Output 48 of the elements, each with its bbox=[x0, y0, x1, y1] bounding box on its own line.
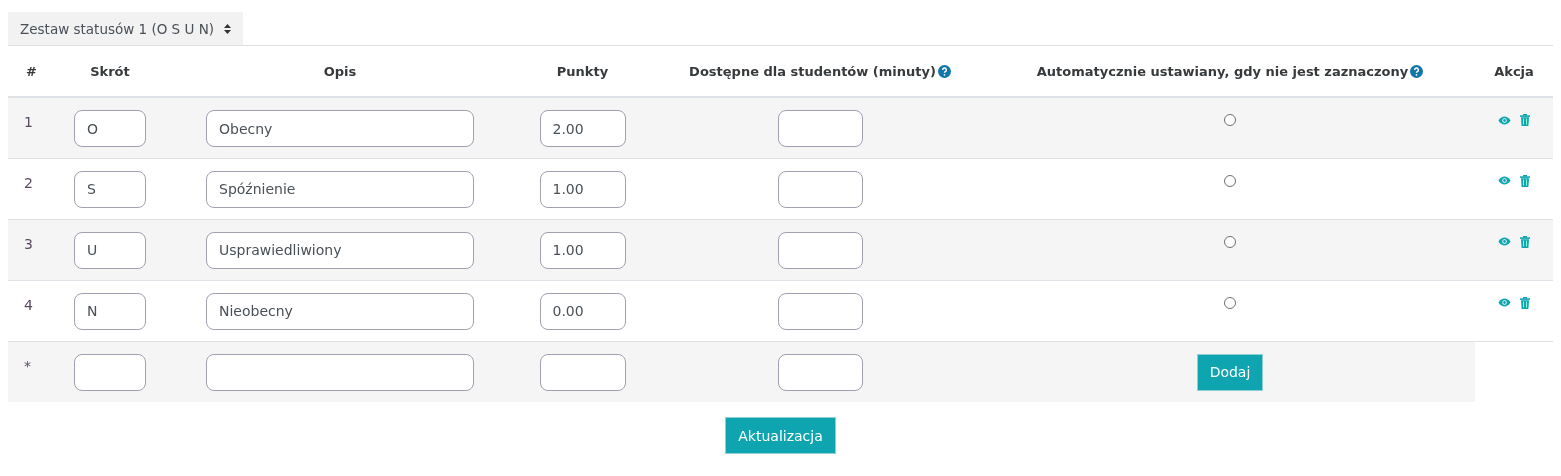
help-icon[interactable] bbox=[937, 64, 951, 78]
new-row-marker: * bbox=[24, 357, 31, 374]
trash-icon[interactable] bbox=[1520, 114, 1530, 126]
eye-icon[interactable] bbox=[1498, 115, 1511, 125]
acronym-field[interactable]: S bbox=[74, 170, 146, 208]
points-field[interactable] bbox=[539, 353, 626, 391]
trash-icon[interactable] bbox=[1520, 296, 1530, 309]
column-header: Opis bbox=[323, 63, 357, 79]
trash-icon[interactable] bbox=[1520, 174, 1530, 187]
minutes-field[interactable] bbox=[777, 231, 863, 269]
sort-caret-icon bbox=[224, 23, 232, 34]
points-field[interactable]: 1.00 bbox=[539, 170, 626, 208]
row-number: 1 bbox=[24, 114, 33, 130]
eye-icon[interactable] bbox=[1498, 237, 1511, 246]
column-header: Skrót bbox=[90, 63, 130, 79]
minutes-field[interactable] bbox=[777, 353, 863, 391]
status-set-dropdown[interactable]: Zestaw statusów 1 (O S U N) bbox=[8, 12, 244, 45]
description-field[interactable]: Spóźnienie bbox=[206, 170, 474, 208]
column-header: Automatycznie ustawiany, gdy nie jest zaznaczony bbox=[1036, 63, 1409, 79]
radio-button[interactable] bbox=[1224, 296, 1236, 309]
row-number: 2 bbox=[24, 174, 33, 191]
row-number: 4 bbox=[24, 296, 33, 313]
column-header: Punkty bbox=[556, 63, 609, 79]
points-field[interactable]: 1.00 bbox=[539, 231, 626, 269]
eye-icon[interactable] bbox=[1498, 176, 1511, 185]
minutes-field[interactable] bbox=[777, 110, 863, 147]
acronym-field[interactable]: O bbox=[74, 110, 146, 147]
description-field[interactable]: Usprawiedliwiony bbox=[206, 231, 474, 269]
minutes-field[interactable] bbox=[777, 170, 863, 208]
trash-icon[interactable] bbox=[1520, 235, 1530, 248]
radio-button[interactable] bbox=[1224, 174, 1236, 187]
description-field[interactable] bbox=[206, 353, 474, 391]
acronym-field[interactable] bbox=[74, 353, 146, 391]
description-field[interactable]: Obecny bbox=[206, 110, 474, 147]
eye-icon[interactable] bbox=[1498, 298, 1511, 307]
column-header: Akcja bbox=[1494, 63, 1534, 79]
radio-button[interactable] bbox=[1224, 114, 1236, 126]
acronym-field[interactable]: N bbox=[74, 292, 146, 330]
radio-button[interactable] bbox=[1224, 235, 1236, 248]
points-field[interactable]: 0.00 bbox=[539, 292, 626, 330]
minutes-field[interactable] bbox=[777, 292, 863, 330]
column-header: # bbox=[26, 63, 37, 79]
help-icon[interactable] bbox=[1410, 64, 1424, 78]
acronym-field[interactable]: U bbox=[74, 231, 146, 269]
row-number: 3 bbox=[24, 235, 33, 252]
column-header: Dostępne dla studentów (minuty) bbox=[689, 63, 936, 79]
points-field[interactable]: 2.00 bbox=[539, 110, 626, 147]
description-field[interactable]: Nieobecny bbox=[206, 292, 474, 330]
